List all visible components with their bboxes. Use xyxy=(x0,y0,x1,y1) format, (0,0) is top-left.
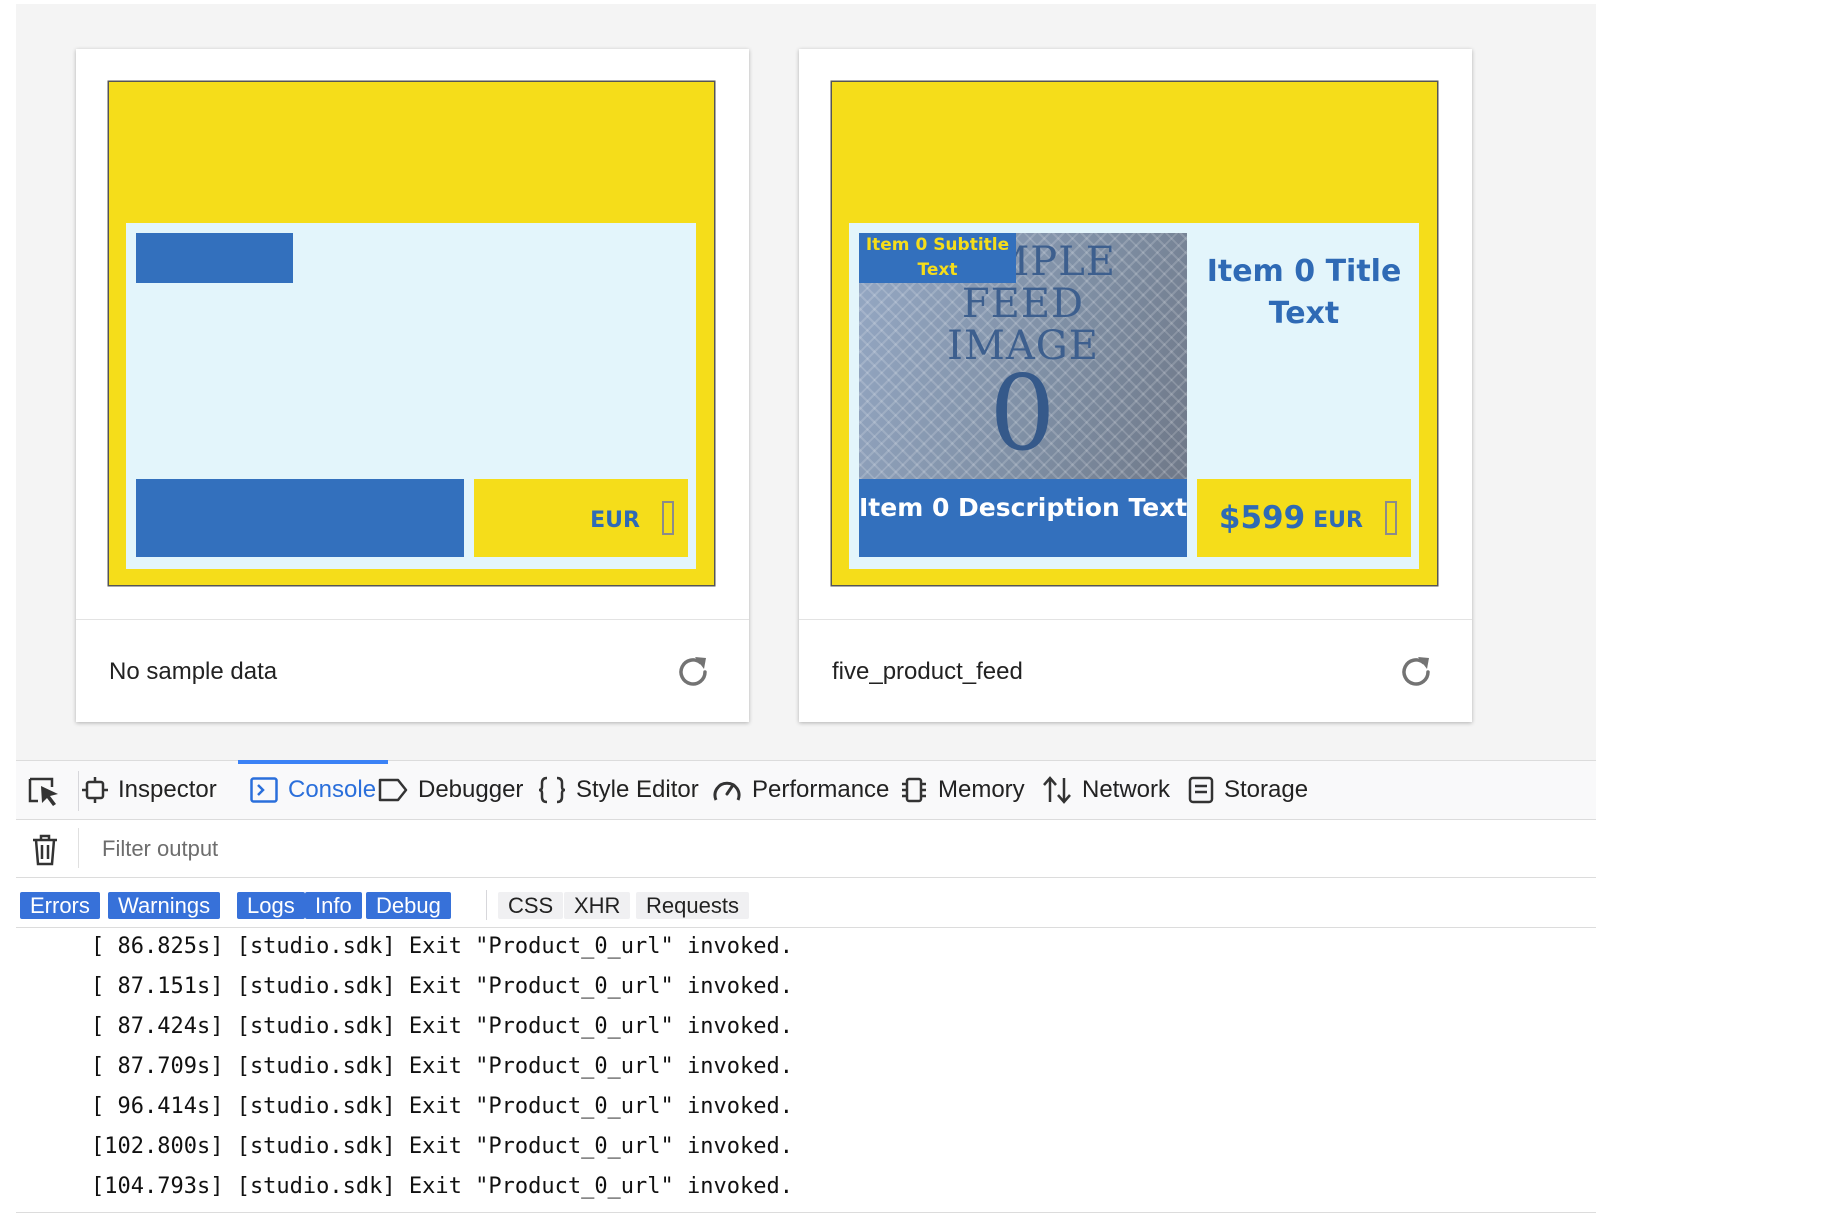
devtools-panel: Inspector Console Debugger Style Editor xyxy=(16,760,1596,1220)
storage-icon xyxy=(1188,776,1214,804)
log-line: [ 96.414s] [studio.sdk] Exit "Product_0_… xyxy=(91,1094,793,1119)
tab-label: Inspector xyxy=(118,776,217,803)
missing-glyph-icon xyxy=(662,501,674,535)
subtitle-badge: Item 0 Subtitle Text xyxy=(859,233,1016,283)
description-box: Item 0 Description Text xyxy=(859,479,1187,557)
filter-css[interactable]: CSS xyxy=(498,892,564,919)
debugger-icon xyxy=(378,778,408,802)
ad-panel: EUR xyxy=(126,223,696,569)
filter-separator xyxy=(78,828,79,868)
gauge-icon xyxy=(713,781,741,801)
card-label: No sample data xyxy=(109,658,278,685)
filter-row xyxy=(16,820,1596,878)
tab-debugger[interactable]: Debugger xyxy=(378,761,523,819)
preview-area: EUR No sample data SAMPLE FEED IMAGE 0 I… xyxy=(16,4,1596,760)
log-line: [ 86.825s] [studio.sdk] Exit "Product_0_… xyxy=(91,934,793,959)
log-line: [ 87.709s] [studio.sdk] Exit "Product_0_… xyxy=(91,1054,793,1079)
tab-label: Console xyxy=(288,776,377,803)
tab-label: Debugger xyxy=(418,776,524,803)
filter-debug[interactable]: Debug xyxy=(366,892,451,919)
tab-label: Performance xyxy=(752,776,890,803)
log-line: [ 87.424s] [studio.sdk] Exit "Product_0_… xyxy=(91,1014,793,1039)
ad-banner[interactable]: SAMPLE FEED IMAGE 0 Item 0 Subtitle Text… xyxy=(832,82,1437,585)
tab-label: Style Editor xyxy=(576,776,699,803)
trash-icon[interactable] xyxy=(30,834,60,866)
creative-card: SAMPLE FEED IMAGE 0 Item 0 Subtitle Text… xyxy=(799,49,1472,722)
inspector-icon xyxy=(82,777,108,803)
tab-style-editor[interactable]: Style Editor xyxy=(538,761,699,819)
filter-errors[interactable]: Errors xyxy=(20,892,100,919)
divider xyxy=(16,1212,1596,1213)
tab-memory[interactable]: Memory xyxy=(900,761,1025,819)
log-filter-bar: Errors Warnings Logs Info Debug CSS XHR … xyxy=(16,878,1596,928)
card-footer: No sample data xyxy=(76,619,749,723)
missing-glyph-icon xyxy=(1385,501,1397,535)
price-box: EUR xyxy=(474,479,688,557)
log-line: [102.800s] [studio.sdk] Exit "Product_0_… xyxy=(91,1134,793,1159)
filter-xhr[interactable]: XHR xyxy=(564,892,631,919)
tab-network[interactable]: Network xyxy=(1042,761,1170,819)
filter-logs[interactable]: Logs xyxy=(237,892,305,919)
filter-output-input[interactable] xyxy=(100,828,1504,870)
ad-panel: SAMPLE FEED IMAGE 0 Item 0 Subtitle Text… xyxy=(849,223,1419,569)
description-placeholder xyxy=(136,479,464,557)
filter-warnings[interactable]: Warnings xyxy=(108,892,221,919)
tab-label: Memory xyxy=(938,776,1025,803)
price-value: $599 xyxy=(1218,500,1306,536)
currency-label: EUR xyxy=(1313,508,1363,533)
tab-console[interactable]: Console xyxy=(238,760,389,819)
console-icon xyxy=(250,777,278,803)
chip-separator xyxy=(486,890,487,920)
filter-requests[interactable]: Requests xyxy=(636,892,749,919)
ad-banner[interactable]: EUR xyxy=(109,82,714,585)
console-output: [ 86.825s] [studio.sdk] Exit "Product_0_… xyxy=(16,928,1596,1208)
tab-label: Network xyxy=(1082,776,1171,803)
refresh-icon[interactable] xyxy=(1396,652,1436,692)
tab-label: Storage xyxy=(1224,776,1309,803)
log-line: [ 87.151s] [studio.sdk] Exit "Product_0_… xyxy=(91,974,793,999)
subtitle-placeholder xyxy=(136,233,293,283)
title-text: Item 0 Title Text xyxy=(1206,254,1402,331)
tab-performance[interactable]: Performance xyxy=(712,761,889,819)
element-picker-icon[interactable] xyxy=(26,775,66,807)
image-text: 0 xyxy=(989,352,1057,474)
arrows-icon xyxy=(1043,776,1071,804)
chip-icon xyxy=(902,777,926,803)
image-text: FEED xyxy=(961,281,1085,327)
filter-info[interactable]: Info xyxy=(305,892,362,919)
devtools-toolbar: Inspector Console Debugger Style Editor xyxy=(16,760,1596,820)
creative-card: EUR No sample data xyxy=(76,49,749,722)
refresh-icon[interactable] xyxy=(673,652,713,692)
tab-inspector[interactable]: Inspector xyxy=(82,761,217,819)
card-footer: five_product_feed xyxy=(799,619,1472,723)
tab-storage[interactable]: Storage xyxy=(1188,761,1308,819)
currency-label: EUR xyxy=(590,508,640,533)
price-box: $599 EUR xyxy=(1197,479,1411,557)
toolbar-separator xyxy=(78,771,79,811)
card-label: five_product_feed xyxy=(832,658,1023,685)
braces-icon xyxy=(538,776,566,804)
log-line: [104.793s] [studio.sdk] Exit "Product_0_… xyxy=(91,1174,793,1199)
